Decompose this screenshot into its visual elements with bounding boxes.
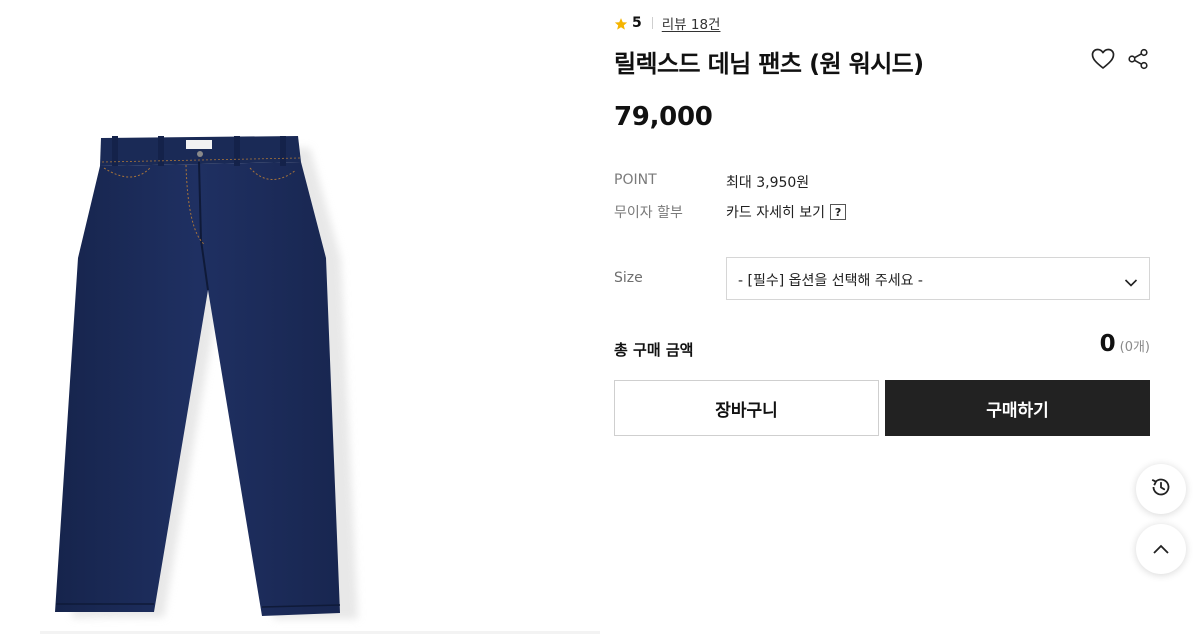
wishlist-button[interactable]: [1090, 48, 1116, 74]
heart-icon: [1091, 48, 1115, 74]
product-price: 79,000: [614, 102, 713, 132]
total-price: 0 (0개): [1100, 331, 1150, 357]
history-icon: [1149, 475, 1173, 503]
scroll-top-button[interactable]: [1136, 524, 1186, 574]
installment-value-row: 카드 자세히 보기 ?: [726, 202, 847, 222]
share-icon: [1127, 48, 1149, 74]
recent-history-button[interactable]: [1136, 464, 1186, 514]
total-label: 총 구매 금액: [614, 341, 694, 359]
product-info-panel: 5 리뷰 18건 릴렉스드 데님 팬츠 (원 워시드) 79,000 POINT…: [614, 0, 1150, 637]
total-count: (0개): [1119, 340, 1150, 355]
buy-now-button[interactable]: 구매하기: [885, 380, 1150, 436]
add-to-cart-button[interactable]: 장바구니: [614, 380, 879, 436]
rating-value: 5: [632, 15, 642, 31]
installment-value[interactable]: 카드 자세히 보기: [726, 202, 825, 222]
star-icon: [614, 16, 628, 30]
total-amount: 0: [1099, 331, 1116, 357]
point-value: 최대 3,950원: [726, 175, 810, 191]
size-select-value: - [필수] 옵션을 선택해 주세요 -: [738, 273, 923, 289]
help-icon[interactable]: ?: [830, 204, 847, 220]
rating-row: 5 리뷰 18건: [614, 13, 720, 33]
chevron-up-icon: [1152, 540, 1170, 559]
denim-pants-illustration: [55, 136, 358, 619]
installment-label: 무이자 할부: [614, 205, 683, 221]
size-select[interactable]: - [필수] 옵션을 선택해 주세요 -: [726, 257, 1150, 300]
point-label: POINT: [614, 172, 657, 188]
rating-divider: [651, 17, 653, 29]
image-divider: [40, 631, 600, 634]
size-label: Size: [614, 270, 643, 286]
product-image: [0, 0, 600, 637]
product-title: 릴렉스드 데님 팬츠 (원 워시드): [614, 50, 924, 78]
review-count-link[interactable]: 리뷰 18건: [662, 13, 721, 33]
share-button[interactable]: [1125, 48, 1151, 74]
chevron-down-icon: [1124, 273, 1138, 292]
